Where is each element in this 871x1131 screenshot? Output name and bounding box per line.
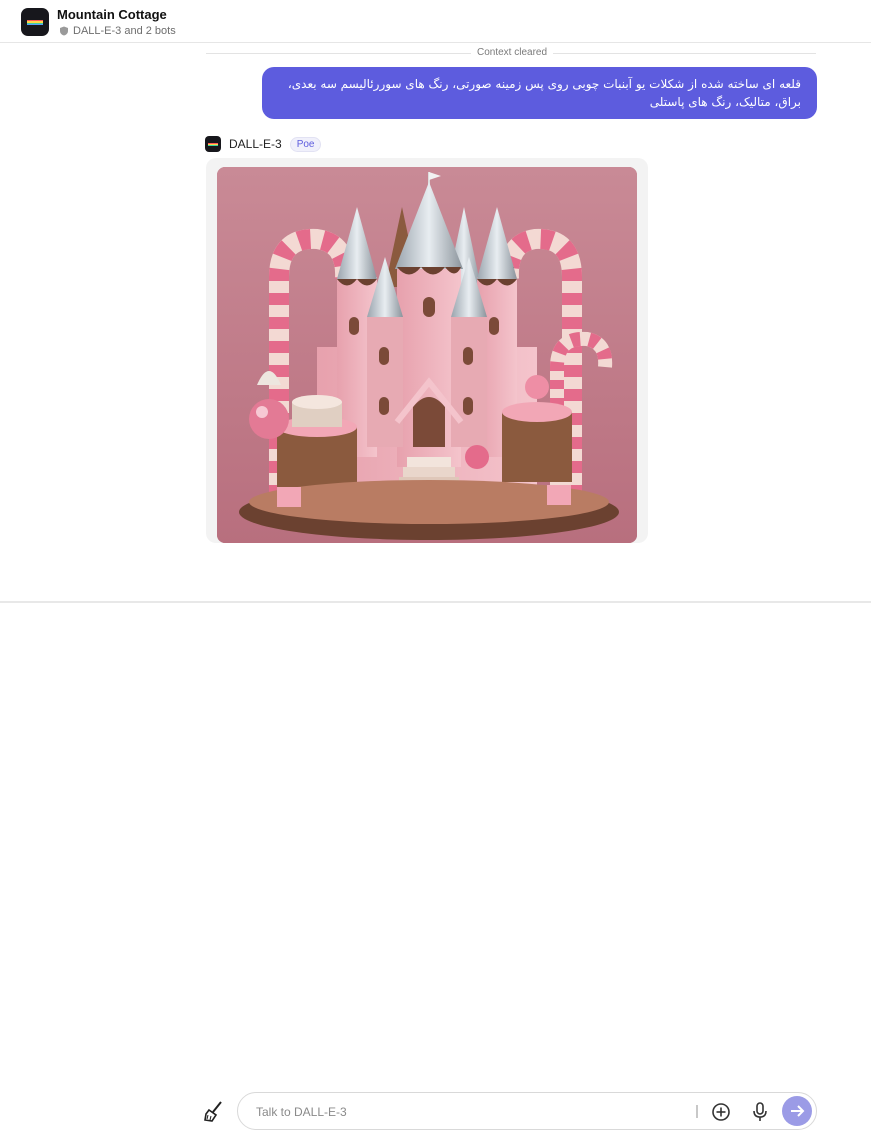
send-button[interactable] <box>782 1096 812 1126</box>
plus-circle-icon[interactable] <box>711 1102 731 1122</box>
bot-avatar[interactable] <box>21 8 49 36</box>
chat-header: Mountain Cottage DALL-E-3 and 2 bots <box>0 0 871 43</box>
bot-message-header: DALL-E-3 Poe <box>205 136 322 152</box>
bot-mini-avatar[interactable] <box>205 136 221 152</box>
bot-image-message <box>206 158 648 543</box>
chat-title[interactable]: Mountain Cottage <box>57 7 167 22</box>
bot-name[interactable]: DALL-E-3 <box>229 137 282 151</box>
message-input-wrapper <box>237 1092 817 1130</box>
context-cleared-label: Context cleared <box>471 47 554 58</box>
candy-castle-image <box>217 167 637 543</box>
microphone-icon[interactable] <box>751 1101 769 1123</box>
poe-badge: Poe <box>289 136 322 152</box>
shield-icon <box>60 26 68 36</box>
user-message: قلعه ای ساخته شده از شکلات یو آبنبات چوب… <box>262 67 817 119</box>
message-input[interactable] <box>254 1102 678 1122</box>
chat-subtitle[interactable]: DALL-E-3 and 2 bots <box>59 25 176 37</box>
input-separator <box>696 1105 698 1118</box>
generated-image[interactable] <box>217 167 637 543</box>
avatar-stripes <box>27 20 43 25</box>
mini-avatar-stripes <box>208 143 218 146</box>
arrow-right-icon <box>791 1105 805 1117</box>
subtitle-text: DALL-E-3 and 2 bots <box>73 25 176 37</box>
broom-icon[interactable] <box>203 1100 225 1122</box>
composer <box>0 543 871 1130</box>
